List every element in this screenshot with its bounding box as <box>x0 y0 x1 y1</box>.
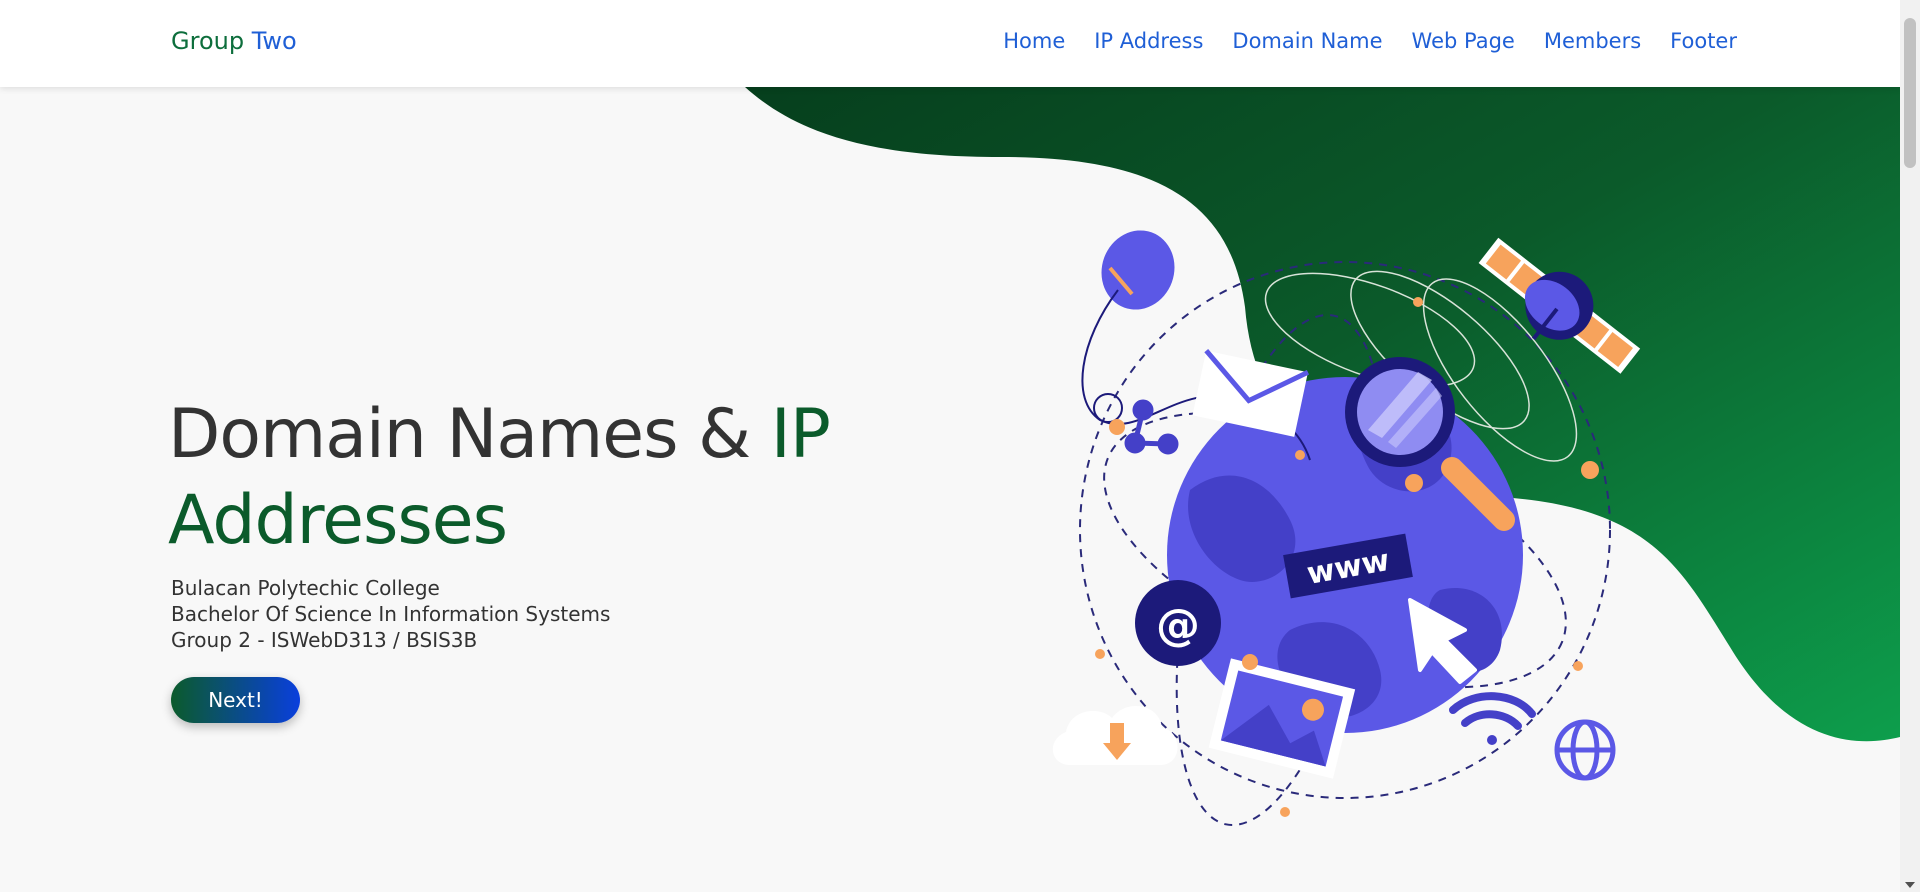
small-globe-icon <box>1554 719 1616 781</box>
nav-link-ip-address[interactable]: IP Address <box>1094 29 1203 53</box>
subtitle-line-group: Group 2 - ISWebD313 / BSIS3B <box>171 628 478 652</box>
hero-title: Domain Names & IP Addresses <box>168 392 831 564</box>
share-icon <box>1124 399 1179 455</box>
brand-accent-text: Two <box>251 27 297 55</box>
scroll-down-arrow-icon[interactable] <box>1905 882 1915 888</box>
hero-title-part2: IP <box>770 395 831 474</box>
nav-link-footer[interactable]: Footer <box>1670 29 1737 53</box>
navbar: Group Two Home IP Address Domain Name We… <box>0 0 1900 87</box>
at-symbol-icon: @ <box>1135 580 1221 666</box>
envelope-icon <box>1192 349 1310 437</box>
brand-logo[interactable]: Group Two <box>171 27 297 55</box>
subtitle-line-course: Bachelor Of Science In Information Syste… <box>171 602 611 626</box>
wifi-icon <box>1449 692 1536 745</box>
nav-links: Home IP Address Domain Name Web Page Mem… <box>1003 29 1737 53</box>
hero-subtitle: Bulacan Polytechic College Bachelor Of S… <box>171 575 610 653</box>
nav-link-home[interactable]: Home <box>1003 29 1065 53</box>
next-button[interactable]: Next! <box>171 677 300 723</box>
network-illustration: www @ <box>1052 230 1641 827</box>
nav-link-domain-name[interactable]: Domain Name <box>1232 29 1382 53</box>
subtitle-line-college: Bulacan Polytechic College <box>171 576 440 600</box>
hero-title-part3: Addresses <box>168 481 508 560</box>
hero-title-part1: Domain Names & <box>168 395 771 474</box>
brand-primary-text: Group <box>171 27 245 55</box>
page-scrollbar[interactable] <box>1900 0 1920 892</box>
cloud-download-icon <box>1052 705 1178 765</box>
scrollbar-thumb[interactable] <box>1904 18 1916 168</box>
nav-link-members[interactable]: Members <box>1544 29 1641 53</box>
nav-link-web-page[interactable]: Web Page <box>1412 29 1515 53</box>
at-symbol-text: @ <box>1156 600 1200 651</box>
